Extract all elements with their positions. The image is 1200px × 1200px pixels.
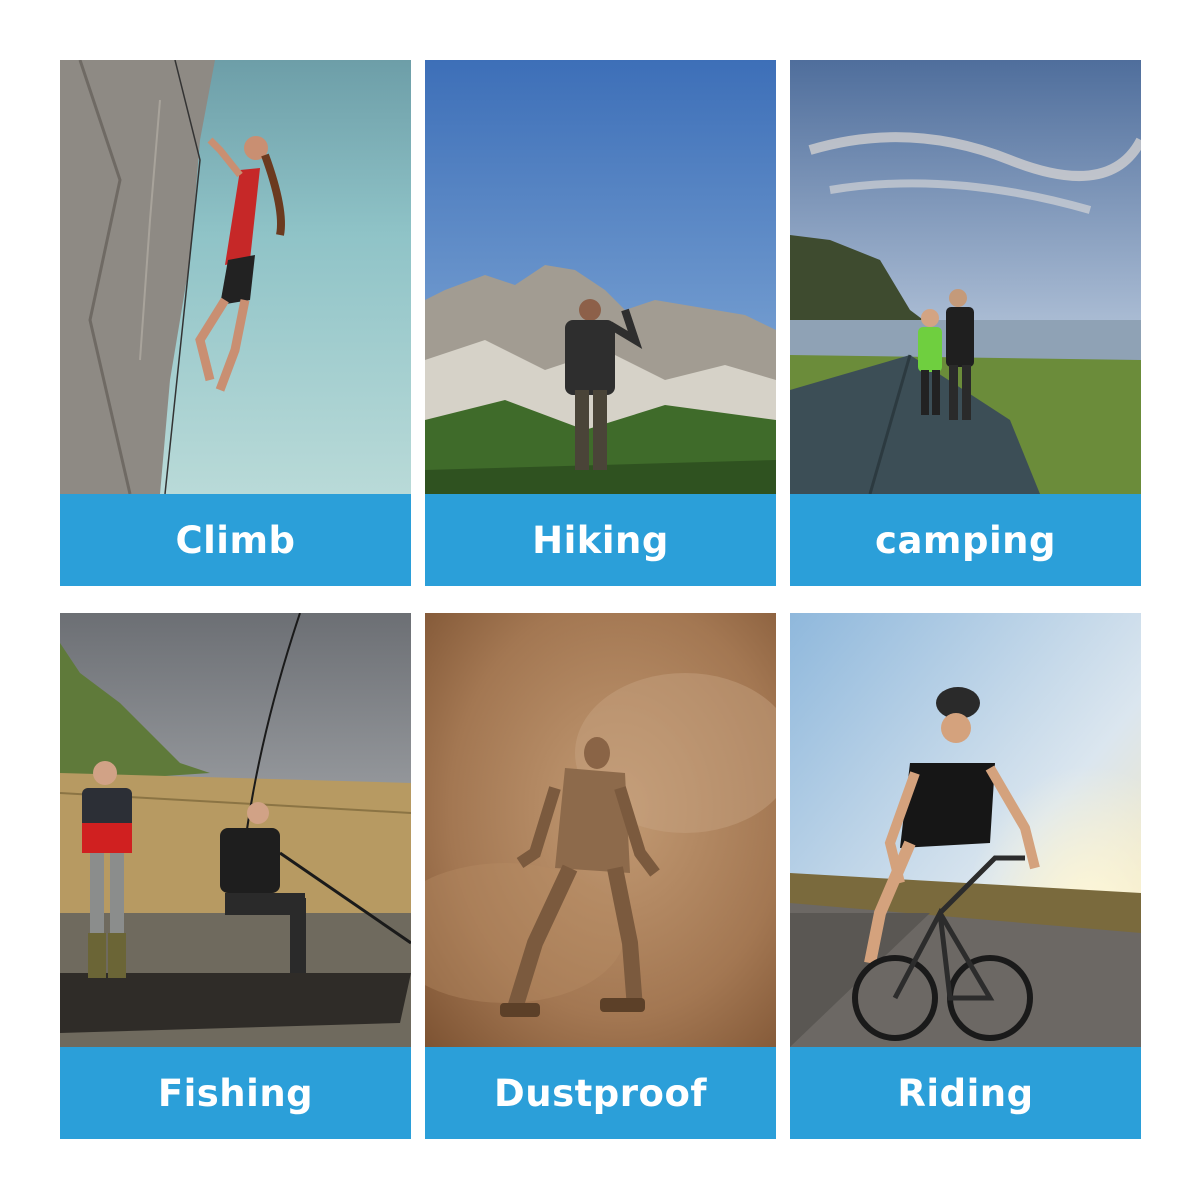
activity-card-fishing: Fishing: [60, 613, 411, 1139]
dustproof-label: Dustproof: [425, 1047, 776, 1139]
fishing-photo: [60, 613, 411, 1047]
dustproof-photo: [425, 613, 776, 1047]
fishing-label: Fishing: [60, 1047, 411, 1139]
activity-card-dustproof: Dustproof: [425, 613, 776, 1139]
climb-photo: [60, 60, 411, 494]
climb-label: Climb: [60, 494, 411, 586]
activity-card-camping: camping: [790, 60, 1141, 586]
activity-card-hiking: Hiking: [425, 60, 776, 586]
camping-label: camping: [790, 494, 1141, 586]
riding-label: Riding: [790, 1047, 1141, 1139]
camping-photo: [790, 60, 1141, 494]
activity-card-climb: Climb: [60, 60, 411, 586]
hiking-label: Hiking: [425, 494, 776, 586]
riding-photo: [790, 613, 1141, 1047]
hiking-photo: [425, 60, 776, 494]
activity-grid: Climb Hiking camping Fishing Dustproof R…: [0, 0, 1200, 1200]
activity-card-riding: Riding: [790, 613, 1141, 1139]
